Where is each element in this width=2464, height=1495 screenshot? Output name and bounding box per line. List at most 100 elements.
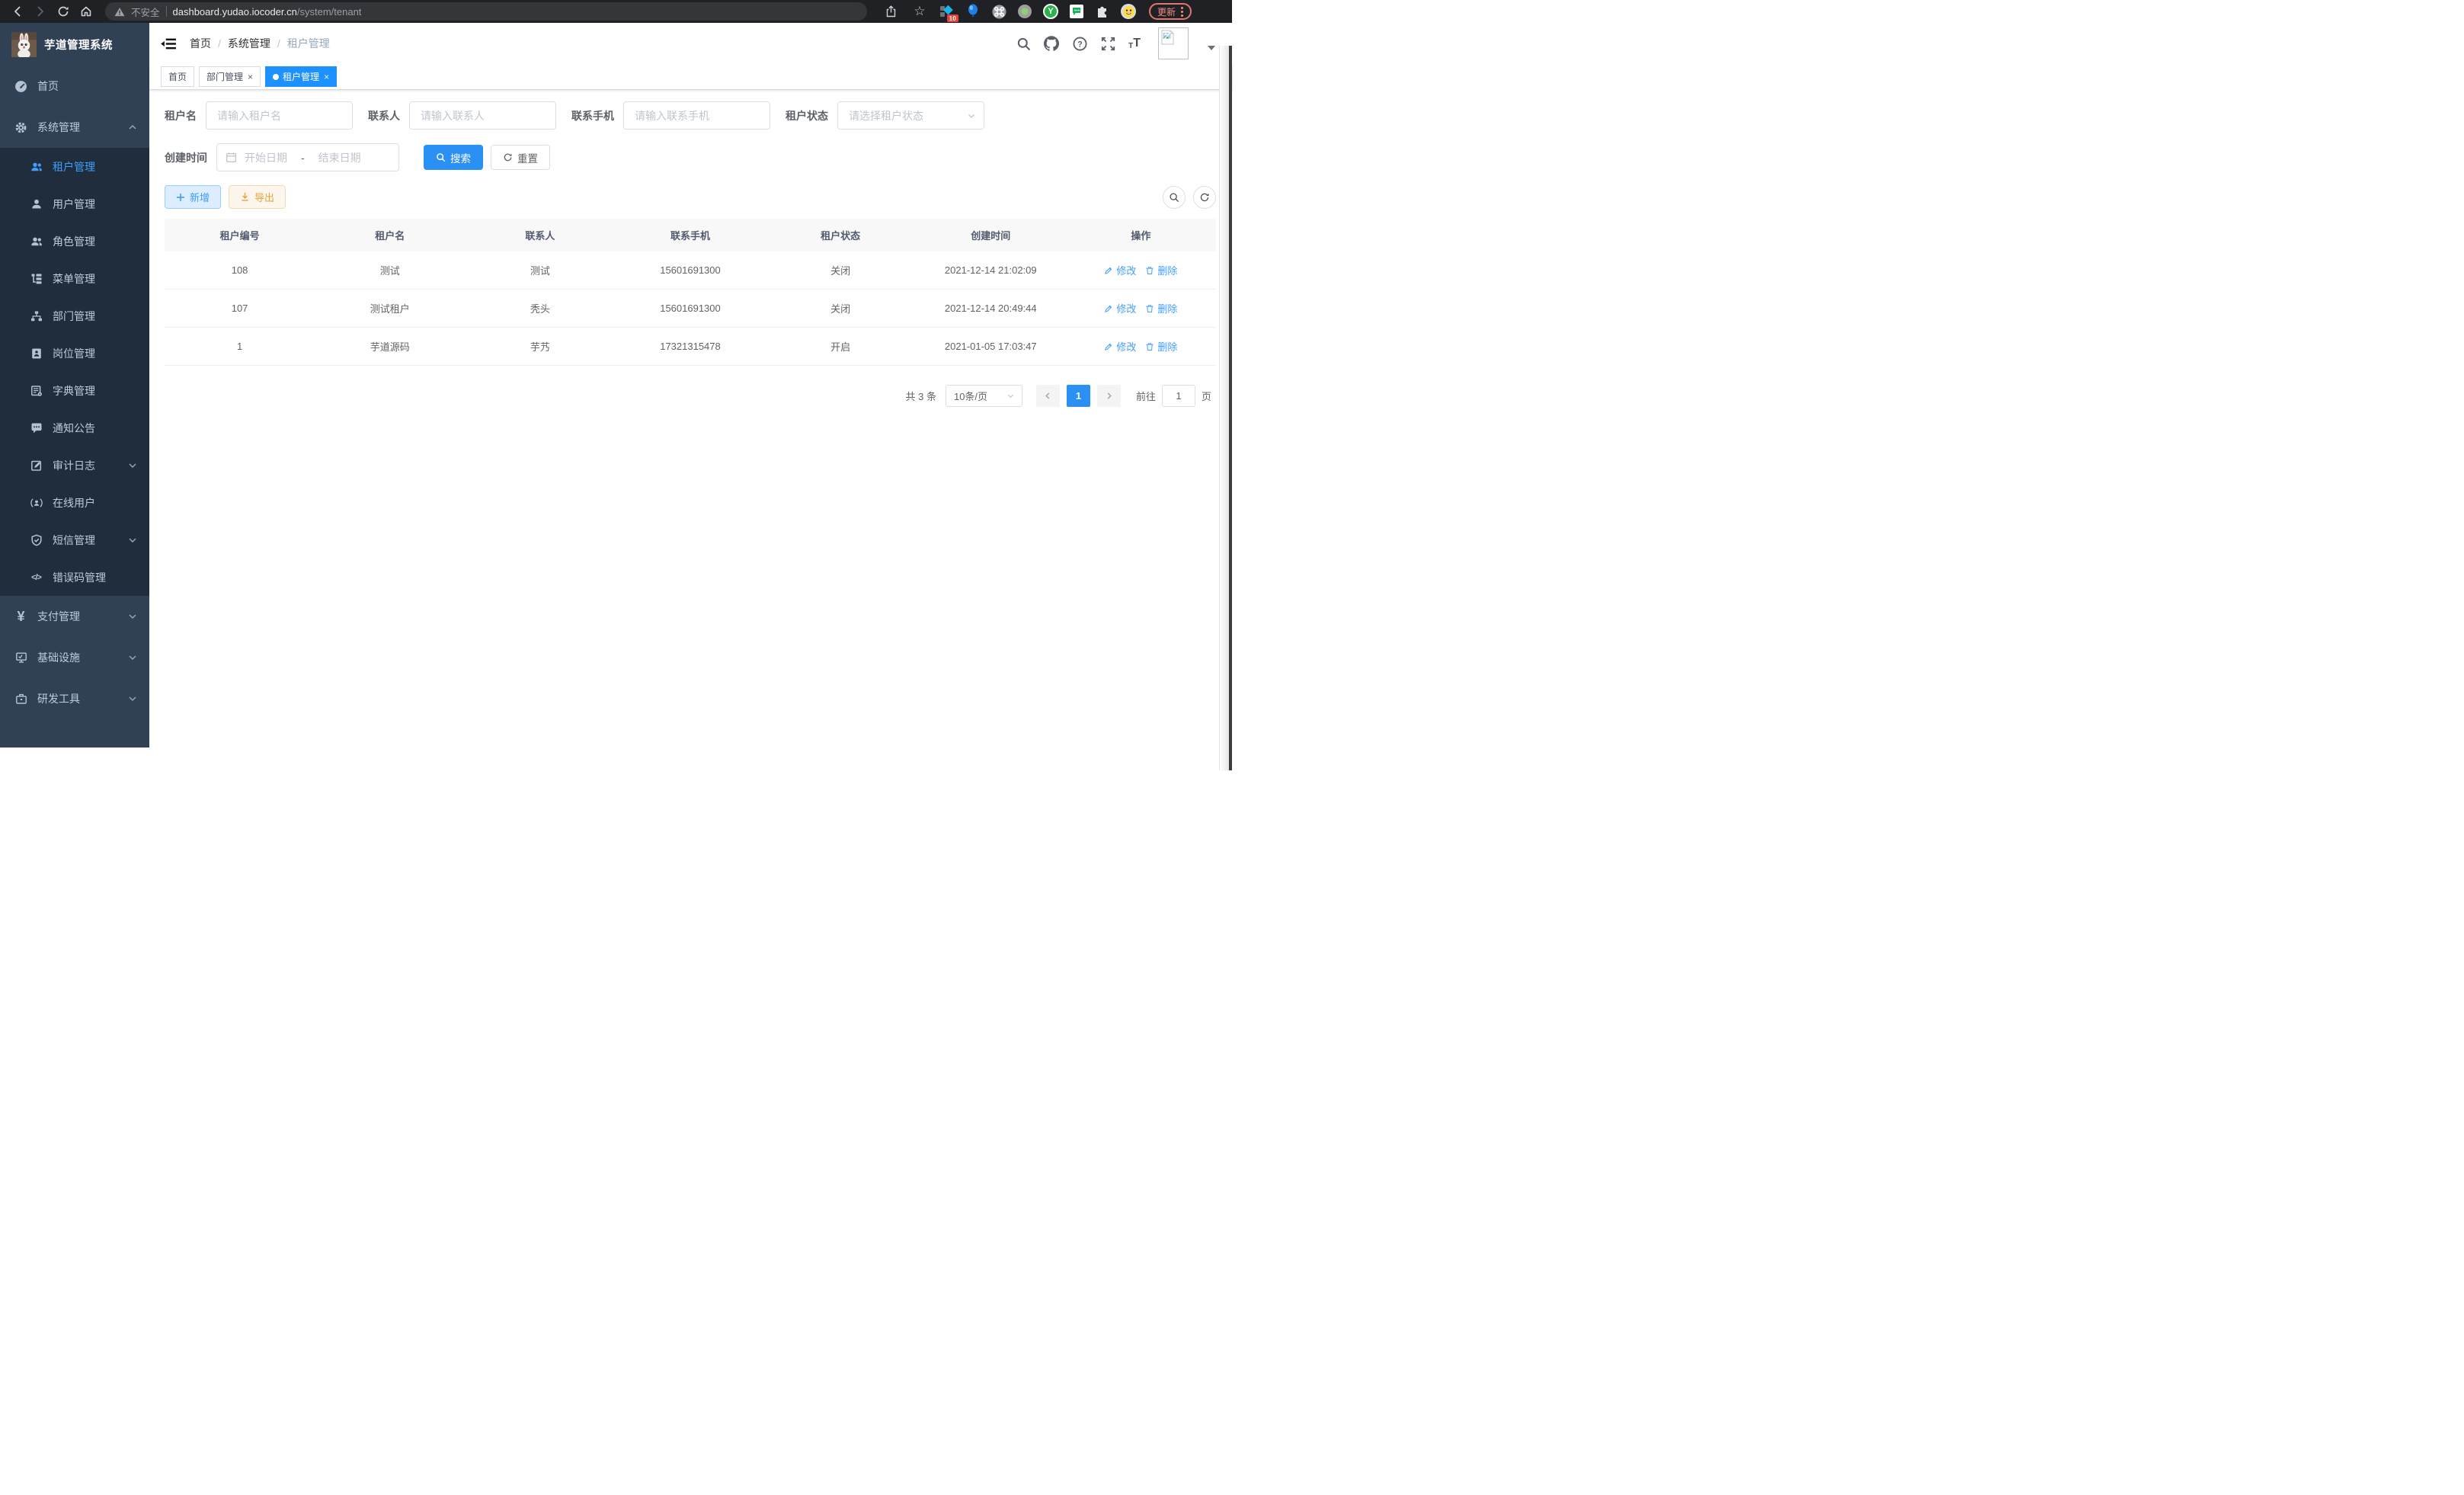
chevron-right-icon [1105, 392, 1113, 400]
page-size-select[interactable]: 10条/页 [946, 385, 1022, 407]
sidebar-item-notice[interactable]: 通知公告 [0, 409, 149, 447]
filter-row-1: 租户名 联系人 联系手机 租户状态 请选择租户状态 [165, 101, 1216, 130]
sidebar-item-tenant[interactable]: 租户管理 [0, 148, 149, 185]
breadcrumb-section[interactable]: 系统管理 [228, 36, 270, 51]
chat-extension-icon[interactable] [1068, 3, 1085, 20]
phone-input[interactable] [623, 101, 770, 130]
sidebar: 芋道管理系统 首页 系统管理 [0, 23, 149, 748]
edit-link[interactable]: 修改 [1104, 339, 1136, 354]
status-select[interactable]: 请选择租户状态 [837, 101, 984, 130]
sidebar-item-home[interactable]: 首页 [0, 66, 149, 107]
page-navigation: 1 [1036, 385, 1121, 407]
caret-down-icon[interactable] [1208, 46, 1215, 50]
start-date-placeholder[interactable]: 开始日期 [245, 150, 287, 165]
top-navbar: 首页 / 系统管理 / 租户管理 ? T [149, 23, 1232, 64]
extensions-puzzle-icon[interactable] [1094, 3, 1111, 20]
breadcrumb-home[interactable]: 首页 [190, 36, 211, 51]
edit-link[interactable]: 修改 [1104, 301, 1136, 315]
sidebar-item-pay[interactable]: ¥ 支付管理 [0, 596, 149, 637]
fullscreen-icon[interactable] [1100, 36, 1115, 51]
tab-tenant[interactable]: 租户管理 × [265, 66, 337, 87]
contact-input[interactable] [409, 101, 556, 130]
gear-icon [14, 121, 27, 134]
browser-update-button[interactable]: 更新 [1149, 3, 1192, 20]
filter-phone: 联系手机 [571, 101, 770, 130]
reset-button[interactable]: 重置 [491, 145, 550, 170]
dict-book-icon [30, 384, 43, 397]
sidebar-item-user[interactable]: 用户管理 [0, 185, 149, 222]
status-value: 17321315478 [615, 329, 765, 363]
goto-page-input[interactable] [1162, 385, 1195, 407]
sidebar-item-errcode[interactable]: </> 错误码管理 [0, 559, 149, 596]
command-extension-icon[interactable] [990, 3, 1007, 20]
diamond-extension-icon[interactable]: 10 [939, 3, 955, 20]
share-icon[interactable] [881, 2, 901, 21]
url-text[interactable]: dashboard.yudao.iocoder.cn/system/tenant [173, 6, 362, 18]
filter-create-time: 创建时间 开始日期 - 结束日期 [165, 143, 399, 171]
page-number-1[interactable]: 1 [1067, 385, 1090, 407]
sidebar-item-menu[interactable]: 菜单管理 [0, 260, 149, 297]
y-extension-icon[interactable]: Y [1042, 3, 1059, 20]
sidebar-item-infra[interactable]: 基础设施 [0, 637, 149, 678]
sidebar-item-online[interactable]: 在线用户 [0, 484, 149, 521]
delete-link[interactable]: 删除 [1145, 263, 1177, 277]
tenant-name-input[interactable] [206, 101, 353, 130]
forward-icon[interactable] [30, 2, 50, 21]
search-button[interactable]: 搜索 [424, 145, 483, 170]
sidebar-item-role[interactable]: 角色管理 [0, 222, 149, 260]
kebab-menu-icon[interactable] [1181, 7, 1183, 17]
chevron-down-icon [128, 461, 137, 470]
edit-link[interactable]: 修改 [1104, 263, 1136, 277]
tenant-table: 租户编号 租户名 联系人 联系手机 租户状态 创建时间 操作 108 测试 测试… [165, 219, 1216, 366]
prev-page-button[interactable] [1036, 385, 1060, 407]
end-date-placeholder[interactable]: 结束日期 [318, 150, 361, 165]
home-icon[interactable] [76, 2, 96, 21]
chevron-down-icon [128, 612, 137, 621]
security-label[interactable]: 不安全 [131, 5, 160, 19]
delete-link[interactable]: 删除 [1145, 339, 1177, 354]
close-icon[interactable]: × [248, 72, 253, 82]
filter-row-2: 创建时间 开始日期 - 结束日期 搜索 重置 [165, 143, 1216, 171]
sidebar-item-dept[interactable]: 部门管理 [0, 297, 149, 335]
header-search-icon[interactable] [1016, 36, 1031, 51]
col-phone: 联系手机 [615, 219, 765, 251]
sidebar-toggle-icon[interactable] [161, 37, 177, 50]
github-icon[interactable] [1044, 36, 1059, 51]
date-range-picker[interactable]: 开始日期 - 结束日期 [216, 143, 399, 171]
add-button[interactable]: 新增 [165, 185, 221, 209]
tab-home[interactable]: 首页 [161, 66, 194, 87]
fontsize-icon[interactable]: TT [1128, 37, 1141, 50]
sidebar-item-devtool[interactable]: 研发工具 [0, 678, 149, 719]
sidebar-item-post[interactable]: 岗位管理 [0, 335, 149, 372]
help-icon[interactable]: ? [1072, 36, 1087, 51]
sidebar-item-sms[interactable]: 短信管理 [0, 521, 149, 559]
sidebar-item-dict[interactable]: 字典管理 [0, 372, 149, 409]
table-row: 1 芋道源码 芋艿 17321315478 开启 2021-01-05 17:0… [165, 328, 1216, 365]
sidebar-item-system[interactable]: 系统管理 [0, 107, 149, 148]
profile-avatar[interactable] [1120, 3, 1137, 20]
status-value: 关闭 [766, 251, 916, 289]
show-search-toggle-icon[interactable] [1163, 186, 1186, 209]
tab-dept[interactable]: 部门管理 × [199, 66, 261, 87]
close-icon[interactable]: × [324, 72, 329, 82]
sidebar-item-audit[interactable]: 审计日志 [0, 447, 149, 484]
back-icon[interactable] [8, 2, 27, 21]
status-value: 关闭 [766, 290, 916, 327]
chevron-up-icon [128, 123, 137, 132]
export-button[interactable]: 导出 [229, 185, 286, 209]
bookmark-star-icon[interactable]: ☆ [910, 2, 930, 21]
user-avatar[interactable] [1158, 27, 1189, 59]
next-page-button[interactable] [1097, 385, 1121, 407]
address-bar[interactable]: 不安全 dashboard.yudao.iocoder.cn/system/te… [105, 2, 867, 21]
circle-extension-icon[interactable] [1016, 3, 1033, 20]
page-unit-label: 页 [1202, 389, 1211, 403]
app-logo[interactable]: 芋道管理系统 [0, 23, 149, 66]
goto-label: 前往 [1136, 389, 1156, 403]
balloon-extension-icon[interactable] [965, 3, 981, 20]
breadcrumb-current: 租户管理 [287, 36, 330, 51]
chevron-left-icon [1044, 392, 1052, 400]
create-time-label: 创建时间 [165, 150, 207, 165]
reload-icon[interactable] [53, 2, 73, 21]
refresh-table-icon[interactable] [1193, 186, 1216, 209]
delete-link[interactable]: 删除 [1145, 301, 1177, 315]
